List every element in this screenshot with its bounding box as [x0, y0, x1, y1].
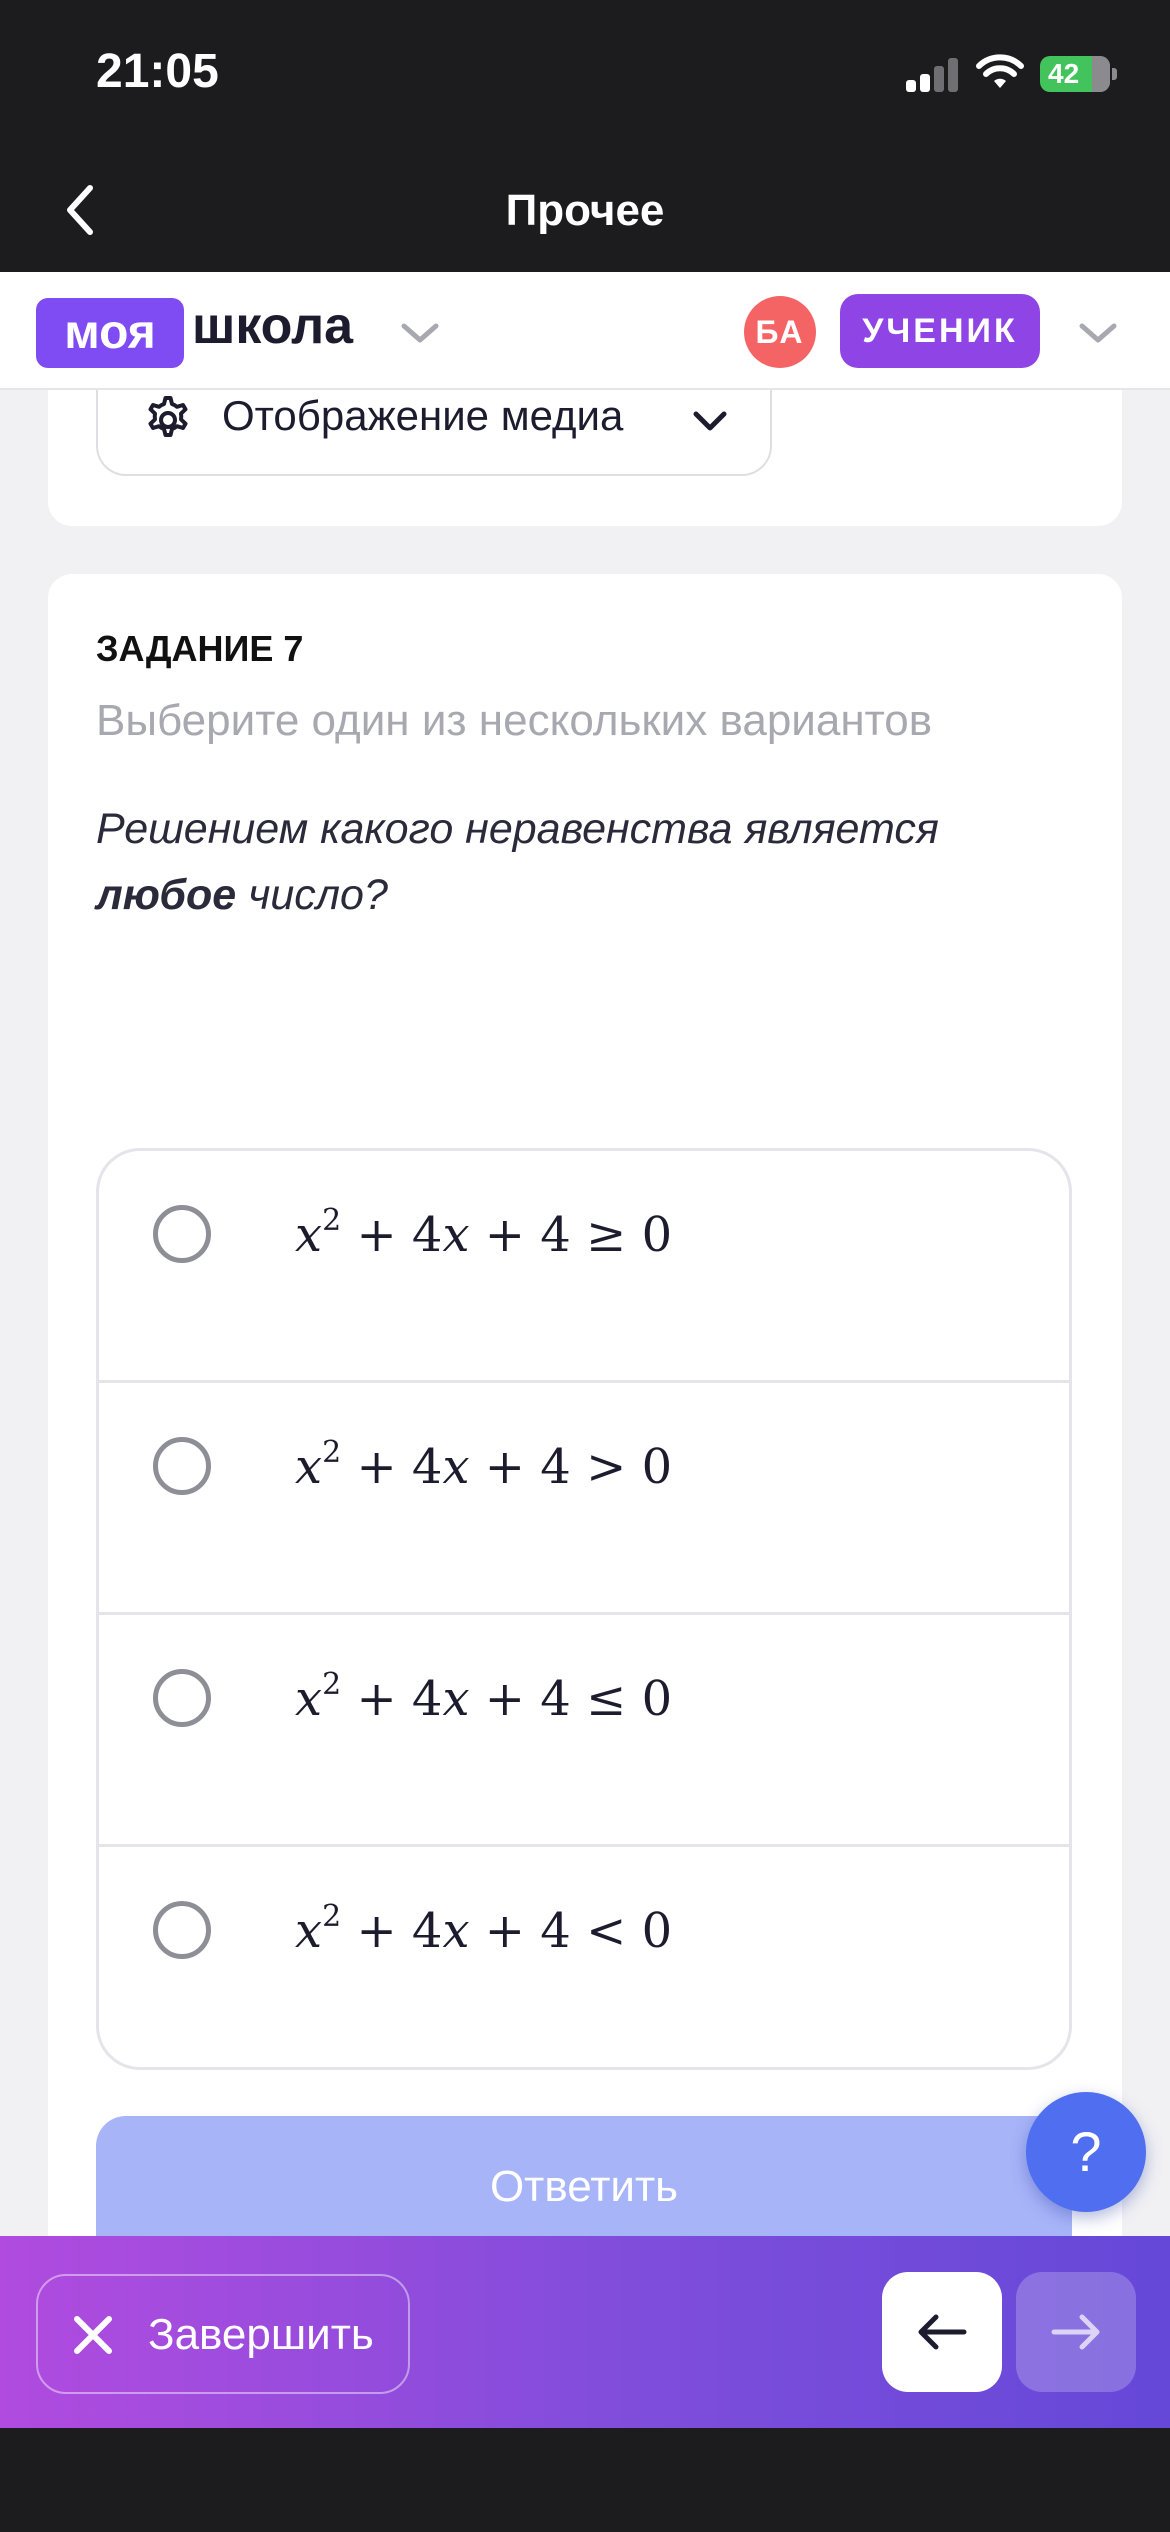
- question-text-2: число?: [248, 871, 388, 919]
- wifi-icon: [976, 54, 1024, 88]
- finish-label: Завершить: [148, 2310, 374, 2359]
- task-instruction: Выберите один из нескольких вариантов: [96, 696, 933, 745]
- task-question: Решением какого неравенства является люб…: [96, 796, 1056, 928]
- answer-option-4[interactable]: x2 + 4x + 4 < 0: [99, 1847, 1069, 2067]
- bottom-action-bar: Завершить: [0, 2236, 1170, 2428]
- answer-option-1[interactable]: x2 + 4x + 4 ≥ 0: [99, 1151, 1069, 1383]
- battery-level: 42: [1048, 58, 1080, 89]
- task-number: ЗАДАНИЕ 7: [96, 628, 304, 669]
- status-bar: 21:05 42: [0, 0, 1170, 150]
- radio-button[interactable]: [153, 1437, 211, 1495]
- answer-options: x2 + 4x + 4 ≥ 0 x2 + 4x + 4 > 0 x2 + 4x …: [96, 1148, 1072, 2070]
- arrow-right-icon: [1051, 2314, 1100, 2350]
- arrow-left-icon: [918, 2314, 967, 2350]
- option-formula: x2 + 4x + 4 ≤ 0: [295, 1667, 673, 1727]
- radio-button[interactable]: [153, 1205, 211, 1263]
- media-display-label: Отображение медиа: [222, 392, 624, 439]
- profile-chevron-down-icon[interactable]: [1076, 318, 1120, 348]
- option-formula: x2 + 4x + 4 ≥ 0: [295, 1203, 673, 1263]
- option-formula: x2 + 4x + 4 < 0: [295, 1899, 673, 1959]
- battery-icon: 42: [1040, 56, 1110, 92]
- relation-symbol: ≥: [586, 1207, 627, 1263]
- next-task-button[interactable]: [1016, 2272, 1136, 2392]
- home-indicator-area: [0, 2428, 1170, 2532]
- option-formula: x2 + 4x + 4 > 0: [295, 1435, 673, 1495]
- previous-task-button[interactable]: [882, 2272, 1002, 2392]
- help-button[interactable]: ?: [1026, 2092, 1146, 2212]
- relation-symbol: <: [586, 1903, 627, 1959]
- logo-badge[interactable]: моя: [36, 298, 184, 368]
- app-header: моя школа БА УЧЕНИК: [0, 272, 1170, 390]
- close-icon: [74, 2316, 112, 2354]
- navigation-bar: Прочее: [0, 150, 1170, 272]
- role-badge[interactable]: УЧЕНИК: [840, 294, 1040, 368]
- chevron-down-icon: [693, 411, 727, 431]
- battery-cap: [1112, 68, 1117, 80]
- relation-symbol: >: [586, 1439, 627, 1495]
- answer-option-3[interactable]: x2 + 4x + 4 ≤ 0: [99, 1615, 1069, 1847]
- relation-symbol: ≤: [586, 1671, 627, 1727]
- radio-button[interactable]: [153, 1669, 211, 1727]
- logo-text[interactable]: школа: [192, 296, 353, 356]
- status-time: 21:05: [96, 45, 219, 98]
- logo-chevron-down-icon[interactable]: [398, 318, 442, 348]
- question-emphasis: любое: [96, 871, 237, 919]
- cellular-signal-icon: [906, 56, 958, 92]
- radio-button[interactable]: [153, 1901, 211, 1959]
- avatar[interactable]: БА: [744, 296, 816, 368]
- nav-title: Прочее: [505, 186, 665, 235]
- finish-button[interactable]: Завершить: [36, 2274, 410, 2394]
- question-text-1: Решением какого неравенства является: [96, 805, 939, 853]
- gear-icon: [148, 396, 188, 437]
- answer-option-2[interactable]: x2 + 4x + 4 > 0: [99, 1383, 1069, 1615]
